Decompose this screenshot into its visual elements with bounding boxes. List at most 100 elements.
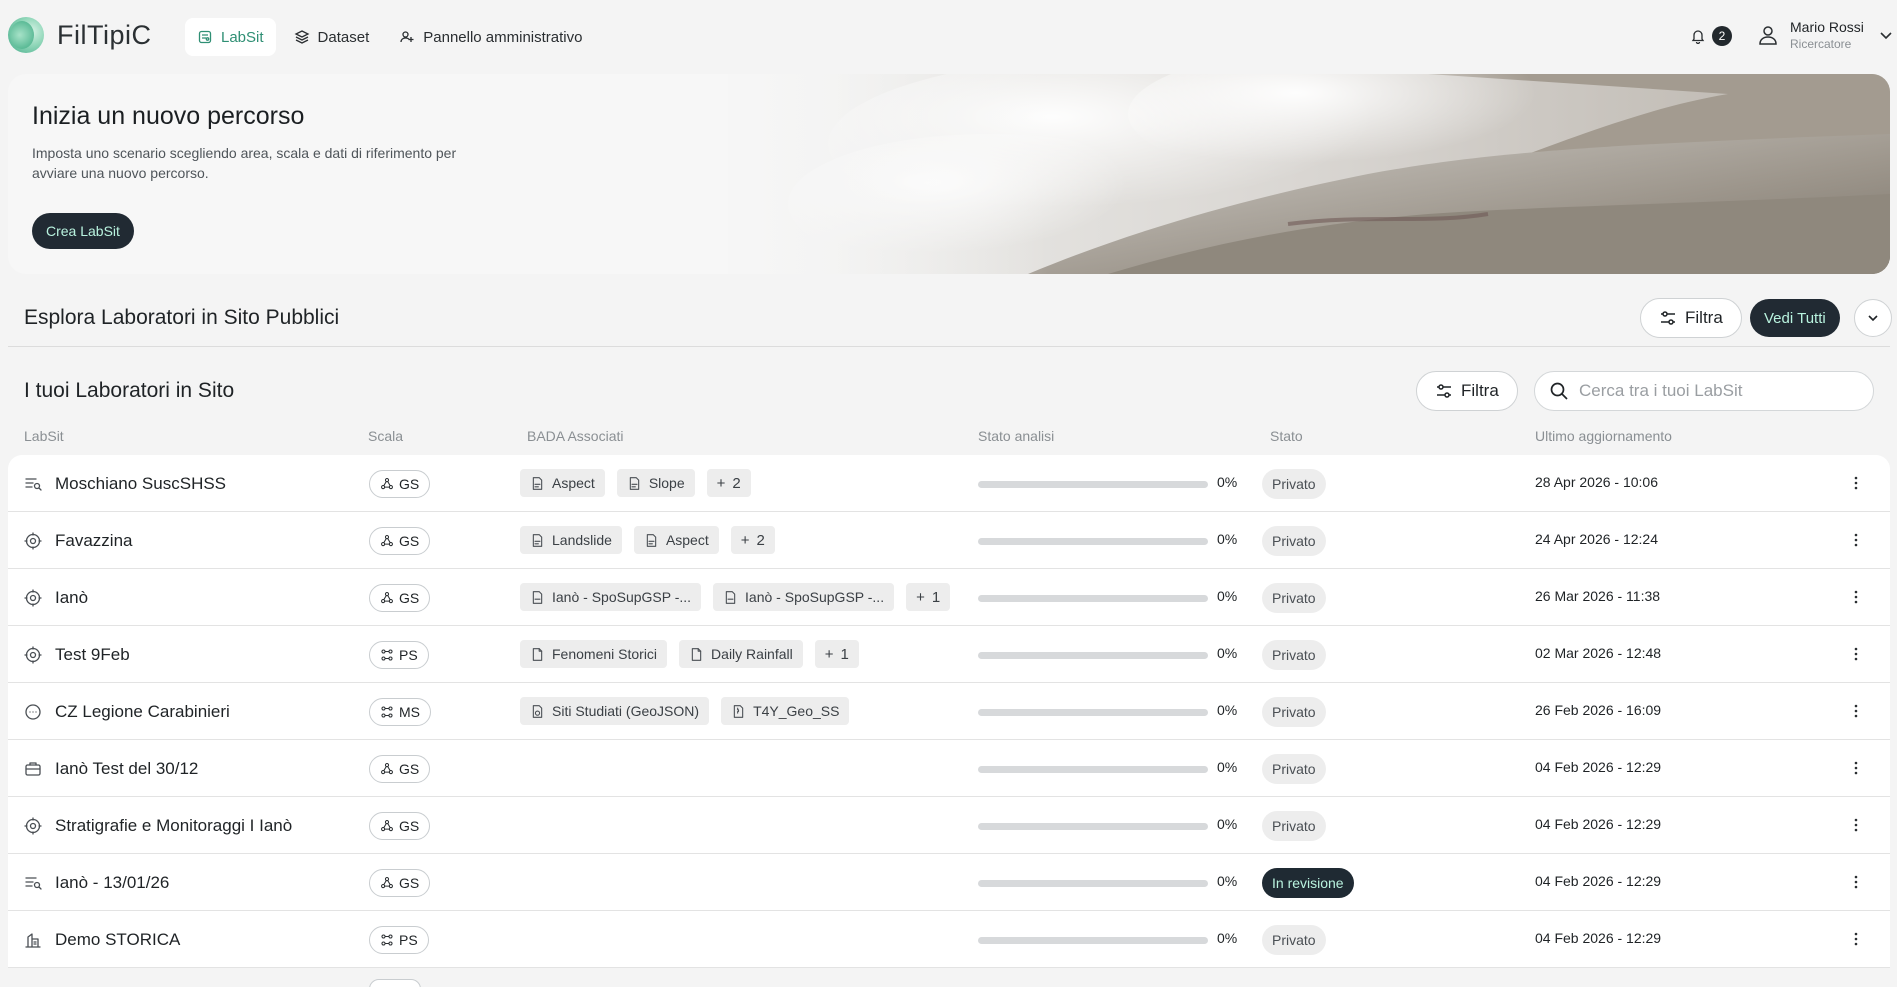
table-row[interactable]: Ianò GS Ianò - SpoSupGSP -... Ianò - SpoSup… bbox=[8, 569, 1890, 626]
row-actions-button[interactable] bbox=[1846, 529, 1866, 551]
user-name: Mario Rossi bbox=[1790, 19, 1864, 35]
bada-more-chip[interactable]: +2 bbox=[706, 469, 751, 497]
analysis-progress-bar bbox=[978, 766, 1208, 773]
scale-label: PS bbox=[399, 932, 418, 948]
analysis-progress-label: 0% bbox=[1217, 645, 1238, 661]
bada-chip[interactable]: Slope bbox=[616, 469, 695, 497]
user-avatar-icon bbox=[1759, 26, 1777, 45]
analysis-progress-bar bbox=[978, 652, 1208, 659]
labsit-name[interactable]: CZ Legione Carabinieri bbox=[55, 702, 230, 722]
bada-more-chip[interactable]: +2 bbox=[730, 526, 775, 554]
admin-users-icon bbox=[400, 31, 414, 43]
labsit-name[interactable]: Test 9Feb bbox=[55, 645, 130, 665]
bada-chip-label: Aspect bbox=[665, 532, 709, 548]
column-header-stato[interactable]: Stato bbox=[1270, 428, 1303, 444]
table-row[interactable]: Ianò Test del 30/12 GS 0% Privato 04 Feb 202… bbox=[8, 740, 1890, 797]
row-actions-button[interactable] bbox=[1846, 757, 1866, 779]
row-actions-button[interactable] bbox=[1846, 586, 1866, 608]
scale-label: PS bbox=[399, 647, 418, 663]
column-header-ultimo-aggiornamento[interactable]: Ultimo aggiornamento bbox=[1535, 428, 1672, 444]
bada-chip[interactable]: Landslide bbox=[520, 526, 622, 554]
bada-chip[interactable]: Daily Rainfall bbox=[679, 640, 803, 668]
more-vertical-icon bbox=[1854, 704, 1858, 718]
sliders-icon bbox=[1661, 311, 1675, 325]
create-labsit-button[interactable]: Crea LabSit bbox=[32, 213, 134, 249]
expand-section-button[interactable] bbox=[1854, 299, 1892, 337]
my-filter-button[interactable]: Filtra bbox=[1416, 371, 1518, 411]
chevron-down-icon bbox=[1868, 315, 1878, 322]
labsit-name[interactable]: Demo STORICA bbox=[55, 930, 180, 950]
bada-chip[interactable]: Siti Studiati (GeoJSON) bbox=[520, 697, 710, 725]
bada-chip[interactable]: Aspect bbox=[633, 526, 719, 554]
nav-item-labsit[interactable]: LabSit bbox=[185, 18, 276, 56]
filter-label: Filtra bbox=[1685, 308, 1723, 327]
bada-chip[interactable]: Aspect bbox=[520, 469, 605, 497]
labsit-name[interactable]: Stratigrafie e Monitoraggi I Ianò bbox=[55, 816, 292, 836]
bada-more-chip[interactable]: +1 bbox=[814, 640, 859, 668]
scale-label: GS bbox=[399, 761, 420, 777]
analysis-progress-label: 0% bbox=[1217, 930, 1238, 946]
zip-file-icon bbox=[733, 704, 744, 718]
bada-chip[interactable]: Ianò - SpoSupGSP -... bbox=[713, 583, 895, 611]
tif-file-icon bbox=[532, 533, 543, 547]
table-row[interactable]: Favazzina GS Landslide Aspect +2 0% Privato 24 … bbox=[8, 512, 1890, 569]
hero-banner: Inizia un nuovo percorso Imposta uno sce… bbox=[8, 74, 1890, 274]
bada-chip[interactable]: Ianò - SpoSupGSP -... bbox=[520, 583, 702, 611]
row-actions-button[interactable] bbox=[1846, 814, 1866, 836]
search-input[interactable] bbox=[1579, 381, 1859, 401]
labsit-name[interactable]: Favazzina bbox=[55, 531, 132, 551]
see-all-button[interactable]: Vedi Tutti bbox=[1750, 299, 1840, 337]
row-actions-button[interactable] bbox=[1846, 700, 1866, 722]
row-actions-button[interactable] bbox=[1846, 871, 1866, 893]
row-actions-button[interactable] bbox=[1846, 928, 1866, 950]
analysis-progress-bar bbox=[978, 709, 1208, 716]
notification-count-badge: 2 bbox=[1712, 26, 1732, 46]
status-badge: Privato bbox=[1262, 754, 1326, 784]
table-row[interactable]: Ianò - 13/01/26 GS 0% In revisione 04 Feb 20… bbox=[8, 854, 1890, 911]
scale-badge: PS bbox=[369, 641, 429, 669]
table-row[interactable]: CZ Legione Carabinieri MS Siti Studiati (G… bbox=[8, 683, 1890, 740]
row-actions-button[interactable] bbox=[1846, 472, 1866, 494]
nav-item-label: Pannello amministrativo bbox=[423, 28, 583, 46]
labsit-search[interactable] bbox=[1534, 371, 1874, 411]
tif-file-icon bbox=[532, 476, 543, 490]
labsit-name[interactable]: Ianò bbox=[55, 588, 88, 608]
bada-more-count: 1 bbox=[931, 588, 941, 606]
nav-item-admin[interactable]: Pannello amministrativo bbox=[387, 18, 594, 56]
labsit-name[interactable]: Ianò - 13/01/26 bbox=[55, 873, 169, 893]
table-row[interactable]: Stratigrafie e Monitoraggi I Ianò GS 0% Pri… bbox=[8, 797, 1890, 854]
table-row[interactable]: Demo STORICA PS 0% Privato 04 Feb 2026 - 12:… bbox=[8, 911, 1890, 968]
scale-badge: GS bbox=[369, 869, 431, 897]
column-header-scala[interactable]: Scala bbox=[368, 428, 403, 444]
row-actions-button[interactable] bbox=[1846, 643, 1866, 665]
nav-item-dataset[interactable]: Dataset bbox=[282, 18, 382, 56]
plus-icon: + bbox=[716, 474, 726, 492]
bada-chip-label: Aspect bbox=[552, 475, 595, 491]
labsit-name[interactable]: Moschiano SuscSHSS bbox=[55, 474, 226, 494]
top-bar: FilTipiC LabSit Dataset Pannello amminis… bbox=[0, 0, 1897, 74]
bell-icon bbox=[1691, 30, 1705, 44]
table-row[interactable]: Test 9Feb PS Fenomeni Storici Daily Rainfal… bbox=[8, 626, 1890, 683]
bada-chip[interactable]: Fenomeni Storici bbox=[520, 640, 668, 668]
bada-more-chip[interactable]: +1 bbox=[906, 583, 951, 611]
bada-more-count: 2 bbox=[732, 474, 741, 492]
table-row[interactable]: Moschiano SuscSHSS GS Aspect Slope +2 0% Priva… bbox=[8, 455, 1890, 512]
bada-list: Ianò - SpoSupGSP -... Ianò - SpoSupGSP -.… bbox=[520, 583, 951, 611]
notifications-button[interactable]: 2 bbox=[1690, 26, 1732, 46]
column-header-stato-analisi[interactable]: Stato analisi bbox=[978, 428, 1054, 444]
bada-chip[interactable]: T4Y_Geo_SS bbox=[721, 697, 850, 725]
column-header-labsit[interactable]: LabSit bbox=[24, 428, 64, 444]
status-badge: Privato bbox=[1262, 583, 1326, 613]
labsit-name[interactable]: Ianò Test del 30/12 bbox=[55, 759, 198, 779]
column-header-bada[interactable]: BADA Associati bbox=[527, 428, 624, 444]
public-filter-button[interactable]: Filtra bbox=[1640, 298, 1742, 338]
nodes-icon bbox=[381, 535, 393, 547]
hero-title: Inizia un nuovo percorso bbox=[32, 102, 305, 130]
last-updated: 04 Feb 2026 - 12:29 bbox=[1535, 930, 1662, 946]
chevron-down-icon bbox=[1880, 32, 1892, 40]
last-updated: 02 Mar 2026 - 12:48 bbox=[1535, 645, 1662, 661]
bada-more-count: 2 bbox=[756, 531, 765, 549]
plus-icon: + bbox=[916, 588, 925, 606]
user-menu[interactable]: Mario Rossi Ricercatore bbox=[1756, 19, 1894, 51]
csv-file-icon bbox=[725, 590, 736, 604]
